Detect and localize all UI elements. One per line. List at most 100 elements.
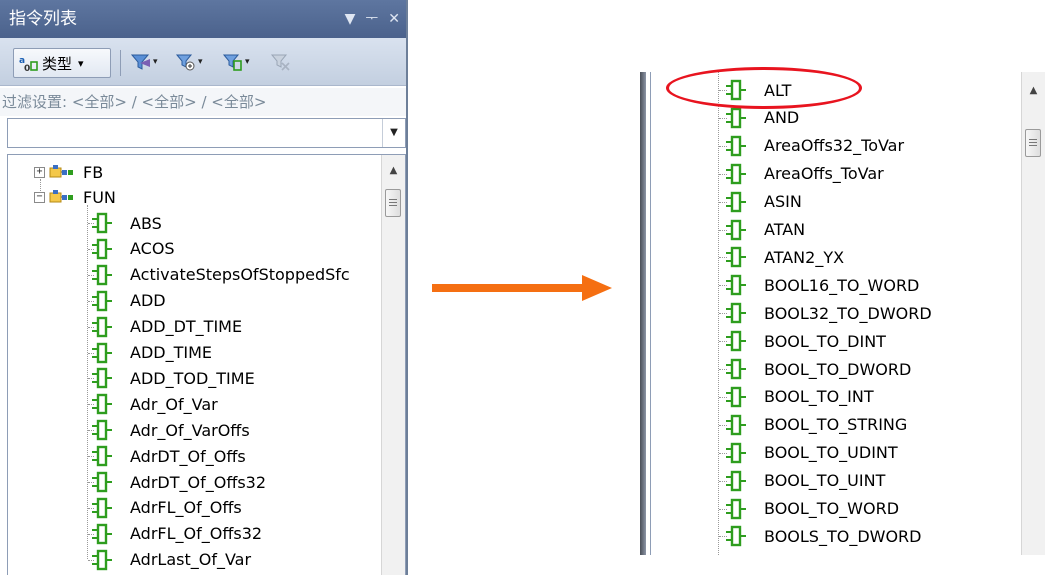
scrollbar-thumb[interactable] bbox=[385, 189, 401, 217]
function-block-icon bbox=[92, 549, 112, 570]
tree-item-label: AdrDT_Of_Offs32 bbox=[130, 472, 267, 492]
tree-item[interactable]: ATAN2_YX bbox=[726, 244, 844, 270]
tree-item-label: AreaOffs_ToVar bbox=[764, 164, 884, 184]
collapse-icon[interactable]: − bbox=[34, 191, 45, 203]
tree-item[interactable]: BOOL16_TO_WORD bbox=[726, 272, 919, 298]
chevron-down-icon[interactable]: ▼ bbox=[382, 119, 405, 147]
filter-add-button[interactable]: ▾ bbox=[175, 50, 203, 74]
tree-item-label: Adr_Of_VarOffs bbox=[130, 420, 250, 440]
function-block-icon bbox=[92, 471, 112, 493]
tree-item-label: AreaOffs32_ToVar bbox=[764, 136, 905, 156]
tree-item[interactable]: AdrFL_Of_Offs bbox=[92, 495, 242, 521]
function-block-icon bbox=[726, 302, 746, 324]
scroll-up-icon[interactable]: ▲ bbox=[382, 165, 405, 176]
tree-item-label: ActivateStepsOfStoppedSfc bbox=[130, 265, 350, 285]
function-block-icon bbox=[92, 523, 112, 544]
clear-filter-icon bbox=[270, 54, 290, 71]
tree-item-label: BOOL_TO_INT bbox=[764, 387, 874, 407]
panel-titlebar: 指令列表 ▼ ᅮ ✕ bbox=[0, 0, 406, 38]
tree-item[interactable]: ActivateStepsOfStoppedSfc bbox=[92, 262, 350, 288]
panel-edge bbox=[646, 72, 651, 555]
pin-icon[interactable]: ᅮ bbox=[365, 0, 378, 38]
vertical-scrollbar[interactable]: ▲ bbox=[381, 155, 405, 575]
clear-filter-button[interactable] bbox=[270, 50, 292, 74]
type-filter-label: 类型 bbox=[42, 54, 73, 73]
tree-item[interactable]: BOOL_TO_WORD bbox=[726, 496, 899, 522]
function-block-icon bbox=[92, 342, 112, 363]
type-filter-button[interactable]: a 0 类型 ▾ bbox=[13, 48, 111, 78]
tree-item[interactable]: AreaOffs_ToVar bbox=[726, 161, 884, 187]
folder-group-icon bbox=[49, 190, 73, 203]
tree-item[interactable]: ACOS bbox=[92, 236, 175, 262]
function-block-icon bbox=[726, 414, 746, 435]
tree-item-label: BOOL_TO_STRING bbox=[764, 415, 908, 435]
tree-item[interactable]: BOOL_TO_DINT bbox=[726, 328, 886, 354]
tree-item-label: BOOL_TO_WORD bbox=[764, 499, 900, 518]
function-block-icon bbox=[726, 470, 746, 491]
tree-item[interactable]: AdrDT_Of_Offs32 bbox=[92, 469, 266, 495]
tree-group-fb[interactable]: + FB bbox=[34, 159, 103, 185]
tree-item-label: BOOL_TO_UINT bbox=[764, 471, 886, 491]
filter-settings-label: 过滤设置: <全部> / <全部> / <全部> bbox=[0, 88, 406, 116]
filter-combo[interactable]: ▼ bbox=[7, 118, 406, 148]
tree-item[interactable]: BOOL_TO_DWORD bbox=[726, 356, 911, 382]
tree-item[interactable]: Adr_Of_VarOffs bbox=[92, 417, 250, 443]
tree-item[interactable]: ABS bbox=[92, 210, 162, 236]
chevron-down-icon: ▾ bbox=[153, 57, 158, 67]
tree-item[interactable]: ATAN bbox=[726, 217, 805, 243]
filter-function-button[interactable]: ▾ bbox=[222, 50, 250, 74]
tree-item-label: BOOL16_TO_WORD bbox=[764, 275, 920, 295]
function-block-icon bbox=[92, 445, 112, 467]
tree-item[interactable]: BOOLS_TO_DWORD bbox=[726, 523, 922, 549]
highlight-ellipse bbox=[666, 67, 862, 109]
tree-item[interactable]: AdrLast_Of_Var bbox=[92, 547, 251, 573]
tree-item[interactable]: Adr_Of_Var bbox=[92, 391, 218, 417]
tree-item-label: ADD_DT_TIME bbox=[130, 317, 243, 337]
scrollbar-thumb[interactable] bbox=[1025, 129, 1041, 157]
tree-item[interactable]: BOOL_TO_STRING bbox=[726, 412, 907, 438]
tree-item[interactable]: AdrFL_Of_Offs32 bbox=[92, 521, 262, 547]
folder-group-icon bbox=[49, 165, 73, 178]
tree-item[interactable]: ADD_TOD_TIME bbox=[92, 365, 255, 391]
tree-group-label: FUN bbox=[83, 187, 116, 207]
tree-item[interactable]: BOOL32_TO_DWORD bbox=[726, 300, 932, 326]
close-icon[interactable]: ✕ bbox=[388, 0, 400, 38]
filter-add-icon bbox=[175, 54, 195, 71]
tree-group-fun[interactable]: − FUN bbox=[34, 184, 116, 210]
tree-item[interactable]: ADD_TIME bbox=[92, 340, 212, 366]
tree-item[interactable]: BOOL_TO_INT bbox=[726, 384, 874, 410]
tree-item[interactable]: ADD_DT_TIME bbox=[92, 314, 242, 340]
function-block-icon bbox=[726, 247, 746, 268]
tree-item[interactable]: AdrDT_Of_Offs bbox=[92, 443, 246, 469]
tree-item[interactable]: AreaOffs32_ToVar bbox=[726, 133, 904, 159]
expand-icon[interactable]: + bbox=[34, 166, 45, 178]
function-block-icon bbox=[92, 419, 112, 441]
tree-item[interactable]: BOOL_TO_UDINT bbox=[726, 440, 898, 466]
scroll-up-icon[interactable]: ▲ bbox=[1022, 85, 1045, 96]
function-block-icon bbox=[726, 191, 746, 212]
tree-item-label: Adr_Of_Var bbox=[130, 394, 218, 414]
tree-item[interactable]: ASIN bbox=[726, 189, 802, 215]
function-block-icon bbox=[726, 330, 746, 352]
function-block-icon bbox=[92, 290, 112, 311]
tree-group-label: FB bbox=[83, 162, 104, 182]
vertical-scrollbar[interactable]: ▲ bbox=[1021, 72, 1045, 555]
function-block-icon bbox=[92, 212, 112, 234]
function-block-icon bbox=[726, 386, 746, 408]
tree-item-label: AdrDT_Of_Offs bbox=[130, 446, 246, 466]
function-block-icon bbox=[726, 135, 746, 156]
tree-item-label: ATAN bbox=[764, 220, 806, 239]
tree-item[interactable]: ADD bbox=[92, 288, 166, 314]
function-block-icon bbox=[726, 163, 746, 184]
tree-item-label: ACOS bbox=[130, 239, 175, 259]
tree-item-label: BOOL_TO_UDINT bbox=[764, 443, 898, 463]
tree-item[interactable]: BOOL_TO_UINT bbox=[726, 468, 885, 494]
function-block-icon bbox=[92, 264, 112, 285]
function-block-icon bbox=[726, 107, 746, 129]
function-block-icon bbox=[726, 275, 746, 296]
panel-toolbar: a 0 类型 ▾ ▾ ▾ ▾ bbox=[0, 38, 406, 86]
dropdown-menu-icon[interactable]: ▼ bbox=[345, 0, 356, 38]
filter-button[interactable]: ▾ bbox=[130, 50, 158, 74]
type-sort-icon: a 0 bbox=[19, 54, 39, 74]
instruction-list-zoomed: ALT AND AreaOffs32_ToVar AreaOffs_ToVar ASIN… bbox=[640, 72, 1045, 555]
